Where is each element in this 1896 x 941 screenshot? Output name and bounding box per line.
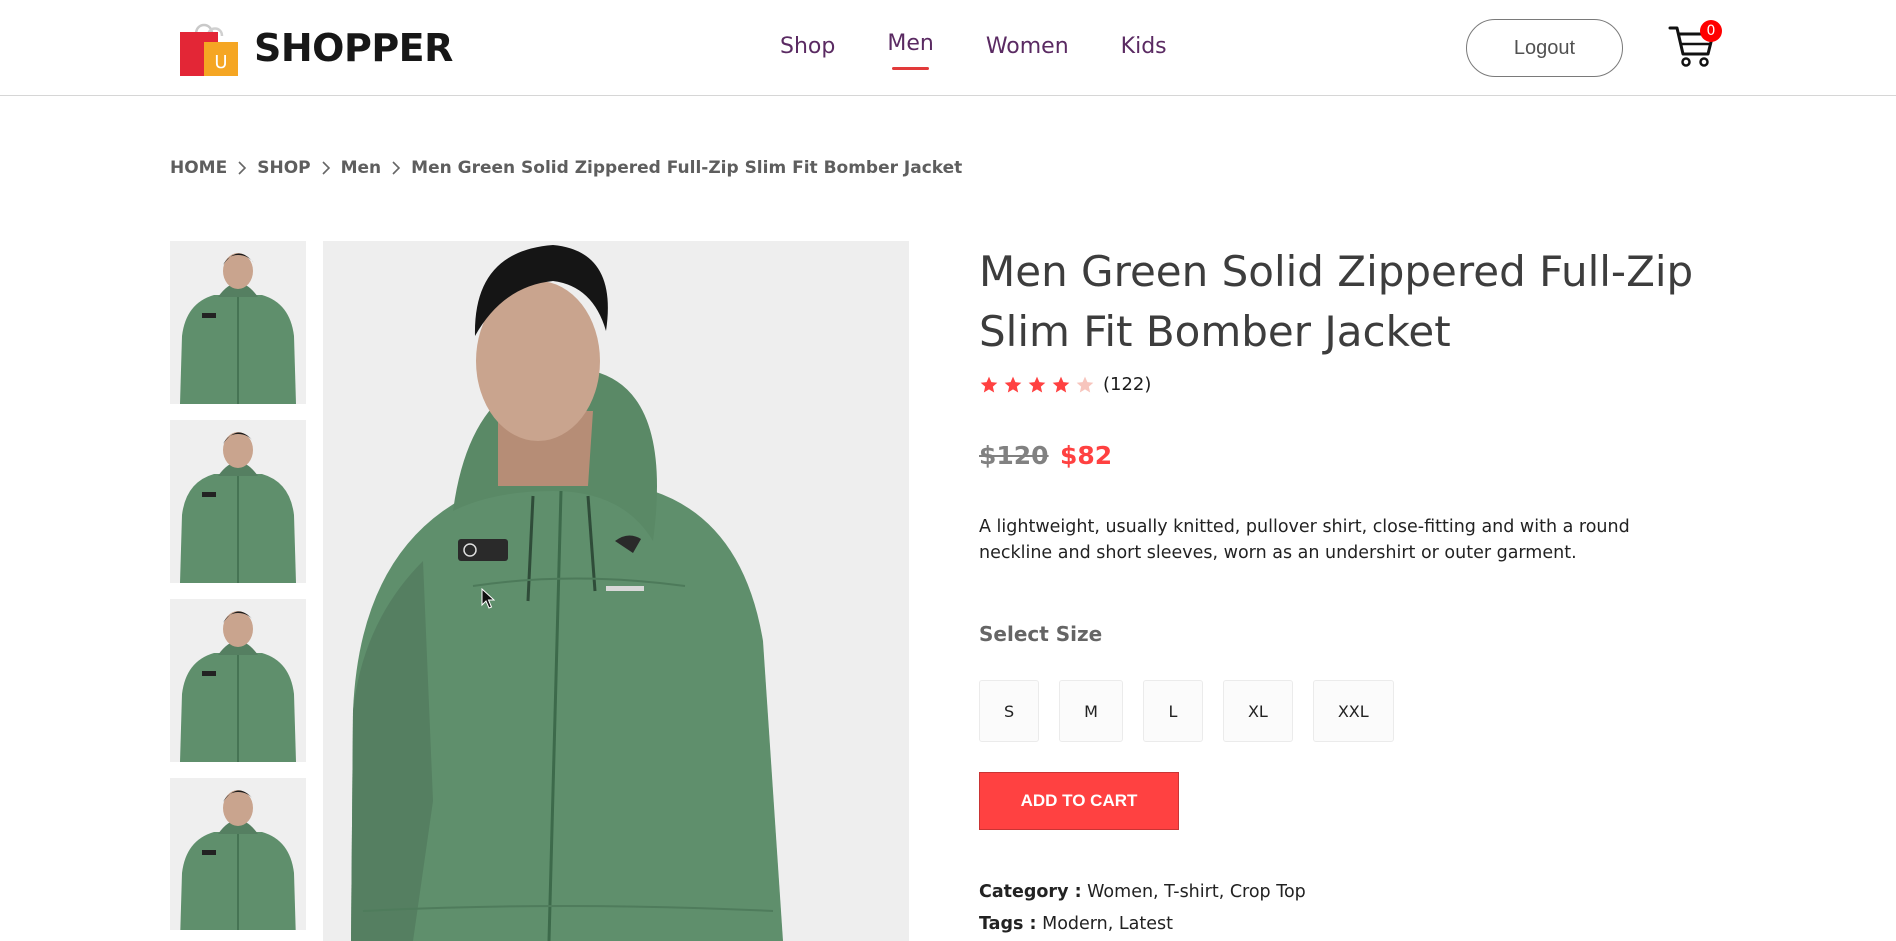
breadcrumb: HOME SHOP Men Men Green Solid Zippered F… (170, 158, 962, 178)
main-nav: Shop Men Women Kids (780, 31, 1167, 70)
review-count: (122) (1103, 374, 1152, 395)
product-tags: Tags : Modern, Latest (979, 914, 1173, 934)
size-option-l[interactable]: L (1142, 680, 1203, 742)
old-price: $120 (979, 441, 1049, 470)
shopping-bag-icon: U (180, 23, 238, 76)
breadcrumb-category[interactable]: Men (341, 158, 382, 178)
breadcrumb-home[interactable]: HOME (170, 158, 227, 178)
product-category: Category : Women, T-shirt, Crop Top (979, 882, 1306, 902)
size-option-xxl[interactable]: XXL (1312, 680, 1394, 742)
product-thumbnail[interactable] (170, 599, 306, 762)
star-filled-icon (1028, 376, 1046, 392)
jacket-thumbnail-image (170, 241, 306, 404)
star-empty-icon (1076, 376, 1094, 392)
jacket-thumbnail-image (170, 599, 306, 762)
category-value: Women, T-shirt, Crop Top (1087, 882, 1306, 902)
navbar: U SHOPPER Shop Men Women Kids Logout 0 (0, 0, 1896, 96)
logout-button[interactable]: Logout (1466, 19, 1623, 77)
tags-label: Tags : (979, 914, 1037, 934)
category-label: Category : (979, 882, 1082, 902)
product-description: A lightweight, usually knitted, pullover… (979, 517, 1630, 563)
product-title: Men Green Solid Zippered Full-Zip Slim F… (979, 247, 1694, 356)
star-filled-icon (980, 376, 998, 392)
chevron-right-icon (238, 161, 247, 175)
size-option-m[interactable]: M (1059, 680, 1123, 742)
chevron-right-icon (322, 161, 330, 175)
star-filled-icon (1004, 376, 1022, 392)
product-rating: (122) (979, 374, 1151, 395)
add-to-cart-button[interactable]: ADD TO CART (979, 772, 1179, 830)
logo-text: SHOPPER (254, 26, 453, 70)
nav-item-kids[interactable]: Kids (1121, 34, 1167, 59)
cart-count-badge: 0 (1700, 20, 1722, 42)
nav-item-shop[interactable]: Shop (780, 34, 835, 59)
chevron-right-icon (392, 161, 401, 175)
breadcrumb-product: Men Green Solid Zippered Full-Zip Slim F… (411, 158, 963, 178)
breadcrumb-shop[interactable]: SHOP (257, 158, 310, 178)
product-thumbnail[interactable] (170, 420, 306, 583)
tags-value: Modern, Latest (1042, 914, 1173, 934)
new-price: $82 (1060, 441, 1113, 470)
size-selector: S M L XL XXL (979, 680, 1394, 742)
size-option-xl[interactable]: XL (1222, 680, 1293, 742)
nav-item-men[interactable]: Men (887, 31, 934, 70)
jacket-model-image (323, 241, 909, 941)
product-main-image (323, 241, 909, 941)
nav-item-women[interactable]: Women (986, 34, 1069, 59)
jacket-thumbnail-image (170, 420, 306, 583)
mouse-pointer-icon (481, 588, 495, 609)
logo[interactable]: U SHOPPER (178, 18, 453, 78)
star-filled-icon (1052, 376, 1070, 392)
product-thumbnail[interactable] (170, 241, 306, 404)
jacket-thumbnail-image (170, 778, 306, 930)
size-heading: Select Size (979, 622, 1103, 646)
size-option-s[interactable]: S (979, 680, 1040, 742)
product-thumbnail[interactable] (170, 778, 306, 930)
svg-text:U: U (214, 52, 227, 73)
